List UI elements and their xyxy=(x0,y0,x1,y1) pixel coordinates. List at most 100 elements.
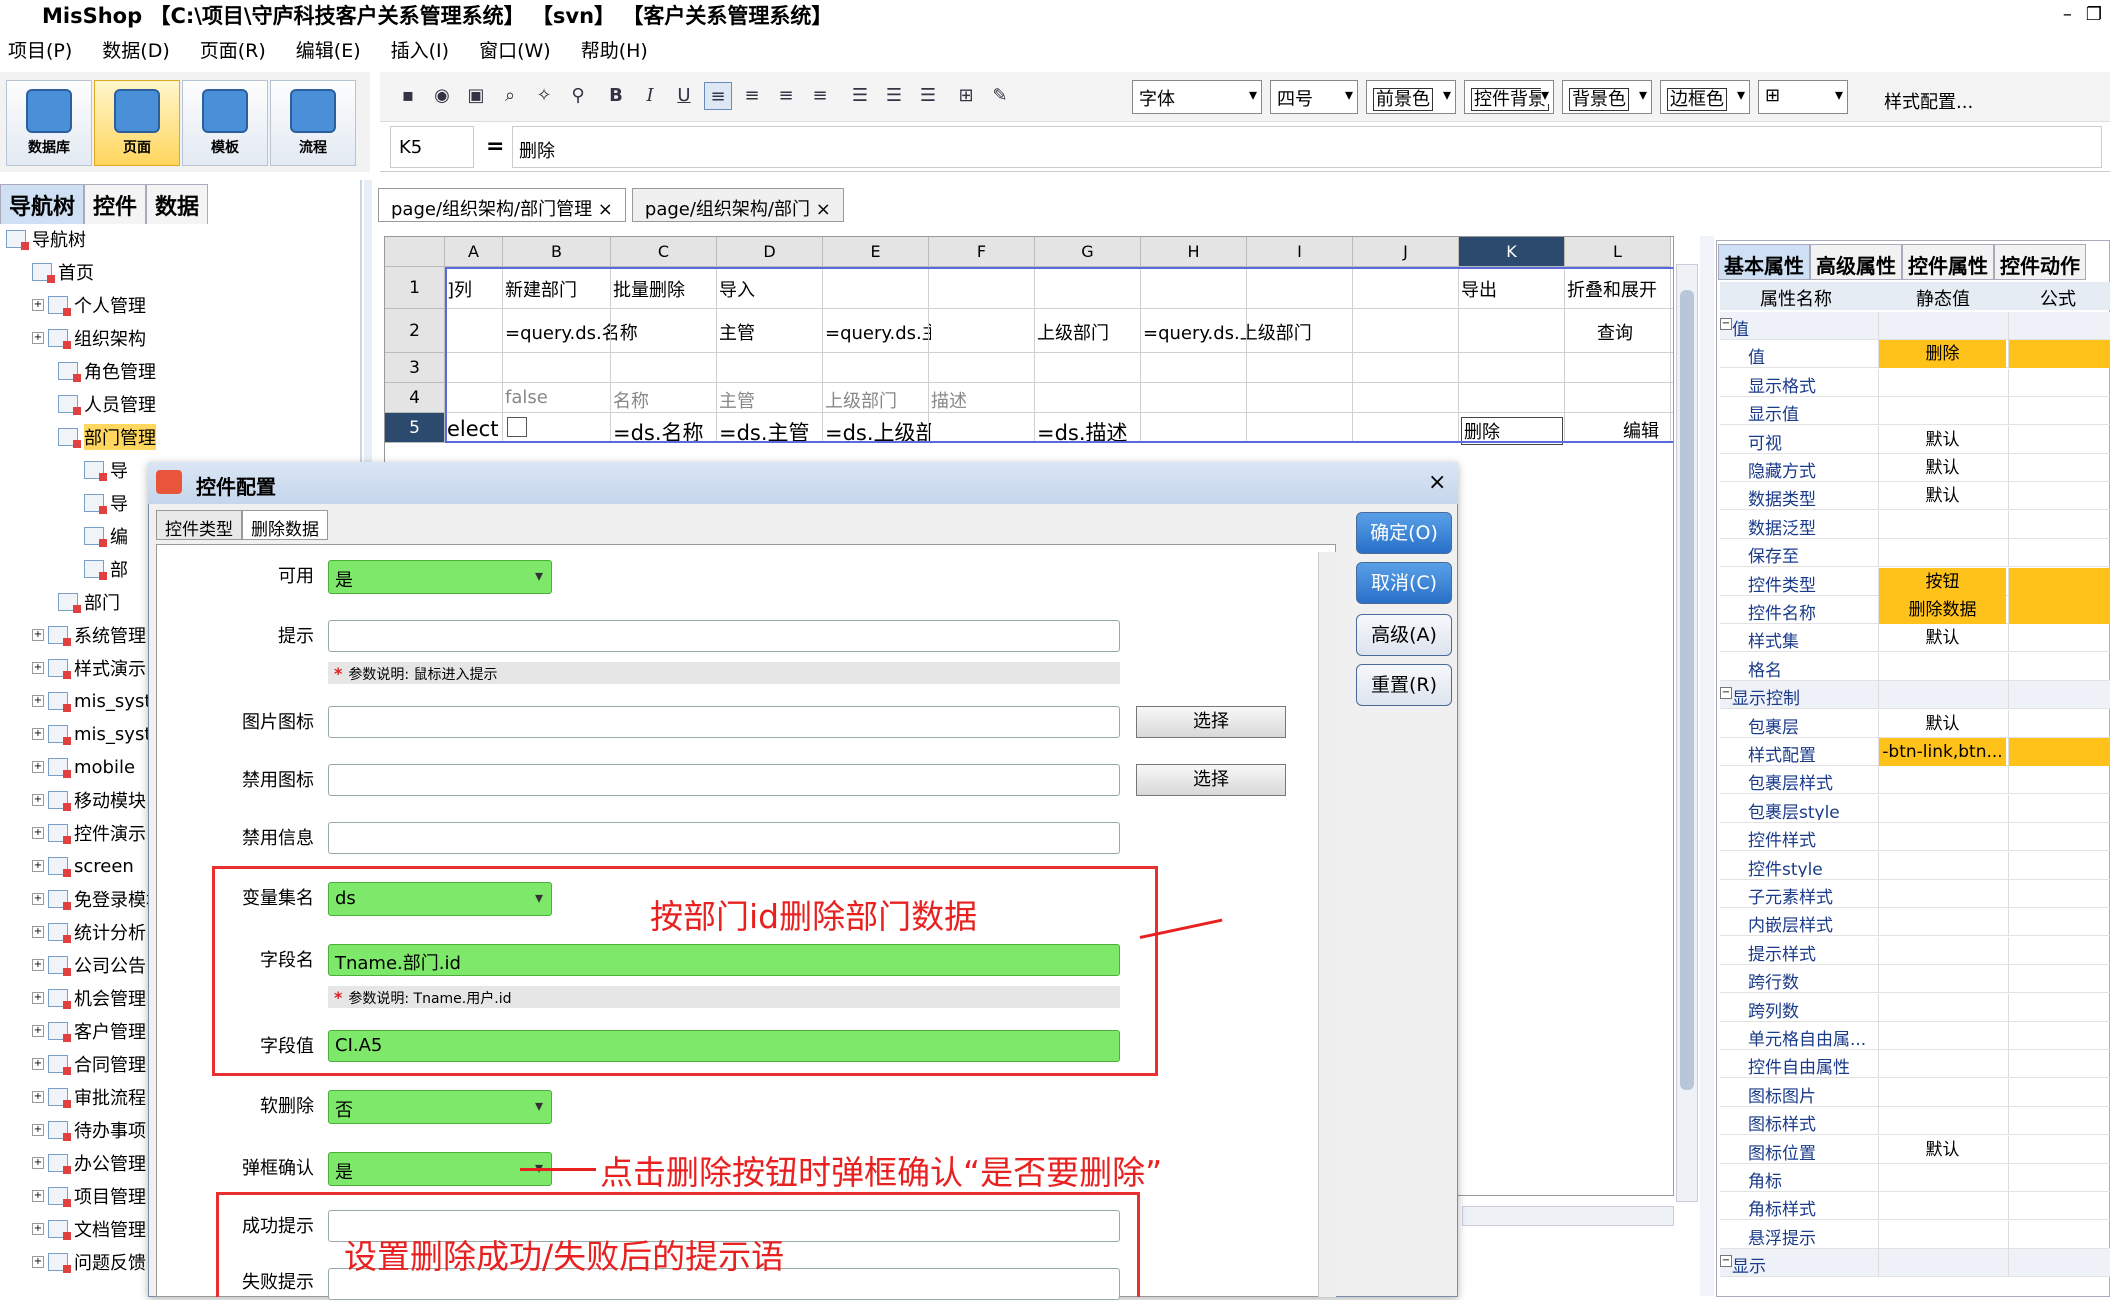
property-formula[interactable] xyxy=(2008,709,2110,738)
style-config-button[interactable]: 样式配置... xyxy=(1884,88,1973,114)
disabled-icon-select-button[interactable]: 选择 xyxy=(1136,764,1286,796)
column-header[interactable]: H xyxy=(1141,237,1247,267)
cell-b2[interactable]: =query.ds.名称 xyxy=(505,319,638,345)
expand-toggle-icon[interactable]: + xyxy=(32,728,44,740)
property-static-value[interactable] xyxy=(1878,510,2006,539)
cell-h2[interactable]: =query.ds.上级部门 xyxy=(1143,319,1312,345)
valign-middle-icon[interactable]: ☰ xyxy=(880,82,908,110)
property-formula[interactable] xyxy=(2008,1135,2110,1164)
property-row[interactable]: 可视 默认 xyxy=(1720,425,2110,454)
tree-item[interactable]: + 样式演示 xyxy=(32,653,146,683)
property-static-value[interactable] xyxy=(1878,936,2006,965)
cell-e2[interactable]: =query.ds.主管 xyxy=(825,319,931,345)
brush-icon[interactable]: ✎ xyxy=(986,82,1014,110)
enabled-select[interactable]: 是 ▾ xyxy=(328,560,552,594)
align-center-icon[interactable]: ≡ xyxy=(738,82,766,110)
tab-controls[interactable]: 控件 xyxy=(84,184,147,224)
property-formula[interactable] xyxy=(2008,965,2110,994)
expand-toggle-icon[interactable]: + xyxy=(32,761,44,773)
preview-icon[interactable]: ⌕ xyxy=(496,82,524,110)
property-static-value[interactable] xyxy=(1878,312,2006,340)
tab-data[interactable]: 数据 xyxy=(146,184,209,224)
column-header[interactable]: L xyxy=(1565,237,1671,267)
image-select-button[interactable]: 选择 xyxy=(1136,706,1286,738)
expand-toggle-icon[interactable]: + xyxy=(32,1091,44,1103)
property-row[interactable]: 悬浮提示 xyxy=(1720,1220,2110,1249)
expand-toggle-icon[interactable]: + xyxy=(32,893,44,905)
property-formula[interactable] xyxy=(2008,397,2110,426)
find-icon[interactable]: ⚲ xyxy=(564,82,592,110)
tree-item[interactable]: + 免登录模块 xyxy=(32,884,164,914)
property-row[interactable]: − 显示控制 xyxy=(1720,681,2110,710)
tree-item[interactable]: 导航树 xyxy=(6,224,86,254)
font-select[interactable]: 字体 ▾ xyxy=(1132,80,1262,114)
globe-icon[interactable]: ◉ xyxy=(428,82,456,110)
property-row[interactable]: 跨行数 xyxy=(1720,965,2110,994)
property-static-value[interactable]: 默认 xyxy=(1878,482,2006,511)
tree-item[interactable]: + 机会管理 xyxy=(32,983,146,1013)
property-static-value[interactable] xyxy=(1878,851,2006,880)
property-formula[interactable] xyxy=(2008,482,2110,511)
property-static-value[interactable] xyxy=(1878,1220,2006,1249)
property-row[interactable]: 控件style xyxy=(1720,851,2110,880)
property-static-value[interactable] xyxy=(1878,880,2006,908)
tree-item[interactable]: 角色管理 xyxy=(58,356,156,386)
bold-button[interactable]: B xyxy=(602,82,630,110)
cell-l5[interactable]: 编辑 xyxy=(1623,417,1659,443)
reset-button[interactable]: 重置(R) xyxy=(1356,664,1452,706)
property-row[interactable]: 单元格自由属... xyxy=(1720,1022,2110,1050)
tree-item[interactable]: 编 xyxy=(84,521,128,551)
tree-item[interactable]: + 合同管理 xyxy=(32,1049,146,1079)
property-formula[interactable] xyxy=(2008,1022,2110,1050)
property-formula[interactable] xyxy=(2008,993,2110,1022)
property-static-value[interactable] xyxy=(1878,1107,2006,1136)
property-row[interactable]: 显示值 xyxy=(1720,397,2110,426)
expand-toggle-icon[interactable]: + xyxy=(32,1157,44,1169)
property-row[interactable]: 隐藏方式 默认 xyxy=(1720,454,2110,482)
property-static-value[interactable] xyxy=(1878,1164,2006,1192)
property-row[interactable]: 图标图片 xyxy=(1720,1078,2110,1107)
expand-toggle-icon[interactable]: + xyxy=(32,926,44,938)
menu-insert[interactable]: 插入(I) xyxy=(391,36,449,63)
valign-bottom-icon[interactable]: ☰ xyxy=(914,82,942,110)
property-formula[interactable] xyxy=(2008,1192,2110,1221)
property-row[interactable]: 数据类型 默认 xyxy=(1720,482,2110,511)
expand-toggle-icon[interactable]: + xyxy=(32,1124,44,1136)
property-formula[interactable] xyxy=(2008,880,2110,908)
tree-item[interactable]: + 控件演示 xyxy=(32,818,146,848)
property-formula[interactable] xyxy=(2008,908,2110,937)
property-static-value[interactable]: -btn-link,btn... xyxy=(1878,738,2006,766)
property-formula[interactable] xyxy=(2008,340,2110,369)
disabled-icon-input[interactable] xyxy=(328,764,1120,796)
property-row[interactable]: 样式配置 -btn-link,btn... xyxy=(1720,738,2110,766)
tree-item[interactable]: 部门 xyxy=(58,587,120,617)
property-formula[interactable] xyxy=(2008,1164,2110,1192)
align-justify-icon[interactable]: ≡ xyxy=(806,82,834,110)
foreground-color-select[interactable]: 前景色 ▾ xyxy=(1366,80,1456,114)
tree-item[interactable]: + screen xyxy=(32,851,134,881)
wand-icon[interactable]: ✧ xyxy=(530,82,558,110)
tree-item[interactable]: + 系统管理 xyxy=(32,620,146,650)
tree-item[interactable]: + 公司公告 xyxy=(32,950,146,980)
cell-e4[interactable]: 上级部门 xyxy=(825,387,897,413)
property-row[interactable]: 控件名称 删除数据 xyxy=(1720,596,2110,624)
border-style-select[interactable]: ⊞ ▾ xyxy=(1758,80,1848,114)
collapse-toggle-icon[interactable]: − xyxy=(1720,687,1732,700)
horizontal-scrollbar[interactable] xyxy=(1462,1206,1674,1226)
refresh-icon[interactable]: ▣ xyxy=(462,82,490,110)
cell-k5[interactable]: 删除 xyxy=(1461,417,1563,445)
column-header[interactable]: A xyxy=(445,237,503,267)
tip-input[interactable] xyxy=(328,620,1120,652)
property-static-value[interactable] xyxy=(1878,1022,2006,1050)
property-static-value[interactable] xyxy=(1878,652,2006,681)
menu-page[interactable]: 页面(R) xyxy=(200,36,266,63)
tree-item[interactable]: + 移动模块 xyxy=(32,785,146,815)
property-row[interactable]: 内嵌层样式 xyxy=(1720,908,2110,937)
property-row[interactable]: 控件自由属性 xyxy=(1720,1050,2110,1079)
column-header[interactable]: J xyxy=(1353,237,1459,267)
property-row[interactable]: − 显示 xyxy=(1720,1249,2110,1278)
row-checkbox[interactable] xyxy=(507,417,527,437)
property-static-value[interactable] xyxy=(1878,368,2006,397)
expand-toggle-icon[interactable]: + xyxy=(32,1256,44,1268)
tree-item[interactable]: 首页 xyxy=(32,257,94,287)
